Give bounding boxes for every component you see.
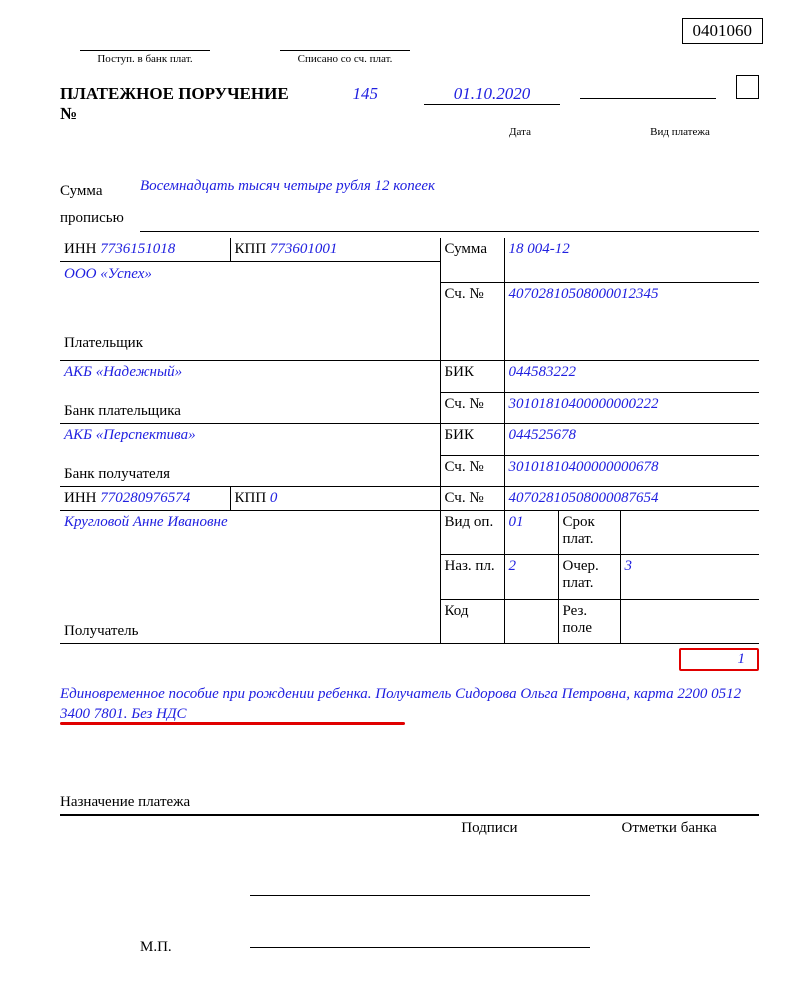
document-title: ПЛАТЕЖНОЕ ПОРУЧЕНИЕ № [60,84,303,124]
signatures-label: Подписи [400,820,580,837]
recip-name: Кругловой Анне Ивановне [64,514,436,531]
payer-bank-bik-label: БИК [440,361,504,393]
payer-bank-acc: 30101810400000000222 [504,392,759,424]
recip-bank-acc-label: Сч. № [440,455,504,487]
form-code: 0401060 [682,18,764,44]
naz-pl-label: Наз. пл. [440,555,504,599]
amount-words-label2: прописью [60,205,140,232]
recip-bank-label: Банк получателя [64,466,436,483]
recip-bank-name: АКБ «Перспектива» [64,427,436,444]
document-number: 145 [327,84,405,104]
amount-words-label1: Сумма [60,178,140,205]
recip-inn: 770280976574 [100,490,190,506]
amount-in-words-row: Сумма прописью Восемнадцать тысяч четыре… [60,178,759,232]
recip-acc-label: Сч. № [440,487,504,511]
recip-bank-acc: 30101810400000000678 [504,455,759,487]
payer-name: ООО «Успех» [64,266,436,283]
recip-kpp-label: КПП [235,490,267,506]
payer-amount: 18 004-12 [504,238,759,262]
amount-in-words: Восемнадцать тысяч четыре рубля 12 копее… [140,178,759,232]
top-stamp-labels: Поступ. в банк плат. Списано со сч. плат… [60,50,759,65]
payer-kpp-label: КПП [235,241,267,257]
vid-op: 01 [504,511,558,555]
recip-bank-bik-label: БИК [440,424,504,456]
recip-label: Получатель [64,623,436,640]
srok-label: Срок плат. [558,511,620,555]
writtenoff-label: Списано со сч. плат. [280,50,410,65]
date-label: Дата [450,126,590,138]
signature-lines: М.П. [60,877,759,957]
red-underline-annotation [60,722,405,725]
ocher: 3 [620,555,759,599]
naz-pl: 2 [504,555,558,599]
ocher-label: Очер. плат. [558,555,620,599]
recip-bank-bik: 044525678 [504,424,759,456]
signature-header: Подписи Отметки банка [60,820,759,837]
rez-label: Рез. поле [558,599,620,643]
vid-op-label: Вид оп. [440,511,504,555]
title-row: ПЛАТЕЖНОЕ ПОРУЧЕНИЕ № 145 01.10.2020 [60,75,759,124]
payer-inn-label: ИНН [64,241,97,257]
recip-inn-label: ИНН [64,490,97,506]
bank-marks-label: Отметки банка [579,820,759,837]
received-label: Поступ. в банк плат. [80,50,210,65]
highlighted-code: 1 [679,648,759,671]
kod-label: Код [440,599,504,643]
payment-purpose-label: Назначение платежа [60,794,759,816]
main-table: ИНН 7736151018 КПП 773601001 Сумма 18 00… [60,238,759,644]
payment-purpose-text: Единовременное пособие при рождении ребе… [60,685,759,724]
title-sublabels: Дата Вид платежа [60,126,759,138]
document-date: 01.10.2020 [424,84,560,105]
payer-bank-label: Банк плательщика [64,403,436,420]
recip-acc: 40702810508000087654 [504,487,759,511]
payer-inn: 7736151018 [100,241,175,257]
payer-bank-acc-label: Сч. № [440,392,504,424]
payer-label: Плательщик [64,335,436,352]
recip-kpp: 0 [270,490,278,506]
payer-kpp: 773601001 [270,241,338,257]
status-box [736,75,759,99]
payer-acc: 40702810508000012345 [504,283,759,361]
payer-bank-name: АКБ «Надежный» [64,364,436,381]
payer-bank-bik: 044583222 [504,361,759,393]
payer-acc-label: Сч. № [440,283,504,361]
payment-type [580,79,716,99]
type-label: Вид платежа [610,126,750,138]
payer-amount-label: Сумма [440,238,504,262]
